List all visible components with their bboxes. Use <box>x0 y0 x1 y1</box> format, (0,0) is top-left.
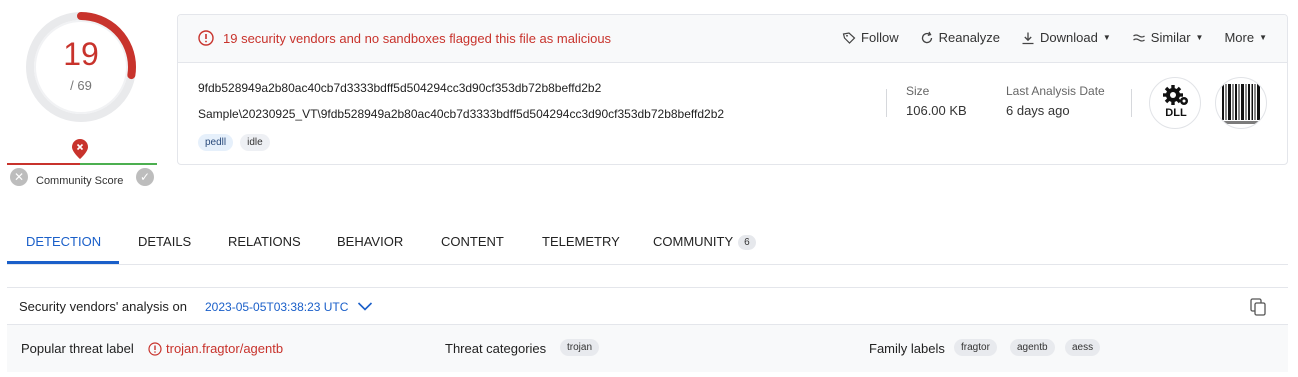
analysis-title: Security vendors' analysis on <box>19 299 187 314</box>
family-label-chip[interactable]: agentb <box>1010 339 1055 356</box>
popular-threat-text: trojan.fragtor/agentb <box>166 341 284 356</box>
last-analysis-label: Last Analysis Date <box>1006 84 1105 98</box>
file-tag[interactable]: idle <box>240 134 270 151</box>
barcode-graphic <box>1222 84 1260 124</box>
size-value: 106.00 KB <box>906 103 967 118</box>
community-count-badge: 6 <box>738 235 756 250</box>
popular-threat-value: trojan.fragtor/agentb <box>148 341 283 356</box>
reanalyze-button[interactable]: Reanalyze <box>920 30 1000 45</box>
threat-categories-label: Threat categories <box>445 341 547 356</box>
download-label: Download <box>1040 30 1098 45</box>
analysis-date[interactable]: 2023-05-05T03:38:23 UTC <box>205 300 348 314</box>
alert-circle-icon <box>148 341 162 356</box>
file-tag[interactable]: pedll <box>198 134 234 151</box>
chevron-down-icon: ▼ <box>1195 33 1204 42</box>
detection-count: 19 <box>63 36 99 72</box>
file-summary-card: 19 security vendors and no sandboxes fla… <box>177 14 1288 165</box>
vote-harmless-button[interactable]: ✓ <box>136 168 154 186</box>
tab-bar: DETECTION DETAILS RELATIONS BEHAVIOR CON… <box>7 222 1288 265</box>
chevron-down-icon: ▼ <box>1102 33 1111 42</box>
tab-relations[interactable]: RELATIONS <box>228 234 301 249</box>
reanalyze-label: Reanalyze <box>938 30 1001 45</box>
action-toolbar: Follow Reanalyze Download ▼ Similar ▼ Mo… <box>821 30 1267 45</box>
alert-circle-icon <box>198 30 214 46</box>
more-button[interactable]: More ▼ <box>1224 30 1267 45</box>
alert-text: 19 security vendors and no sandboxes fla… <box>223 30 612 46</box>
follow-label: Follow <box>861 30 899 45</box>
community-score: ✕ Community Score ✓ <box>7 138 157 193</box>
tab-details[interactable]: DETAILS <box>138 234 191 249</box>
map-pin-icon <box>72 139 88 159</box>
vote-malicious-button[interactable]: ✕ <box>10 168 28 186</box>
download-icon <box>1022 32 1034 44</box>
tab-telemetry[interactable]: TELEMETRY <box>542 234 620 249</box>
detection-score-gauge: 19 / 69 <box>22 8 140 126</box>
gear-icon <box>1163 85 1188 105</box>
file-path: Sample\20230925_VT\9fdb528949a2b80ac40cb… <box>198 107 725 121</box>
more-label: More <box>1224 30 1255 45</box>
similar-label: Similar <box>1150 30 1191 45</box>
threat-category-chip[interactable]: trojan <box>560 339 600 356</box>
vendors-analysis-panel: Security vendors' analysis on 2023-05-05… <box>7 287 1288 372</box>
engine-total: / 69 <box>70 78 92 93</box>
barcode-icon <box>1215 77 1267 129</box>
download-button[interactable]: Download ▼ <box>1021 30 1111 45</box>
divider <box>1131 89 1132 117</box>
family-label-chip[interactable]: aess <box>1065 339 1101 356</box>
chevron-down-icon[interactable] <box>357 300 373 312</box>
last-analysis-value: 6 days ago <box>1006 103 1070 118</box>
malicious-alert: 19 security vendors and no sandboxes fla… <box>198 30 611 46</box>
community-bar-negative <box>7 163 80 165</box>
divider <box>886 89 887 117</box>
tab-community-label: COMMUNITY <box>653 234 734 249</box>
active-tab-indicator <box>7 261 119 264</box>
refresh-icon <box>921 31 932 43</box>
family-labels-label: Family labels <box>869 341 945 356</box>
file-type-badge: DLL <box>1149 77 1201 129</box>
similar-icon <box>1132 33 1145 42</box>
tab-behavior[interactable]: BEHAVIOR <box>337 234 403 249</box>
size-label: Size <box>906 84 930 98</box>
popular-threat-label: Popular threat label <box>21 341 134 356</box>
community-score-label: Community Score <box>36 175 124 187</box>
file-type-label: DLL <box>1165 107 1187 119</box>
similar-button[interactable]: Similar ▼ <box>1132 30 1204 45</box>
community-bar-positive <box>80 163 157 165</box>
tab-content[interactable]: CONTENT <box>441 234 504 249</box>
tab-community[interactable]: COMMUNITY 6 <box>653 234 756 250</box>
tab-detection[interactable]: DETECTION <box>26 234 101 249</box>
tag-icon <box>842 31 856 44</box>
card-header: 19 security vendors and no sandboxes fla… <box>178 15 1287 63</box>
follow-button[interactable]: Follow <box>842 30 899 45</box>
copy-icon[interactable] <box>1248 297 1268 317</box>
chevron-down-icon: ▼ <box>1259 33 1267 42</box>
family-label-chip[interactable]: fragtor <box>954 339 997 356</box>
threat-summary-row: Popular threat label trojan.fragtor/agen… <box>7 324 1288 372</box>
file-hash[interactable]: 9fdb528949a2b80ac40cb7d3333bdff5d504294c… <box>198 81 601 95</box>
file-tags: pedll idle <box>198 134 277 151</box>
